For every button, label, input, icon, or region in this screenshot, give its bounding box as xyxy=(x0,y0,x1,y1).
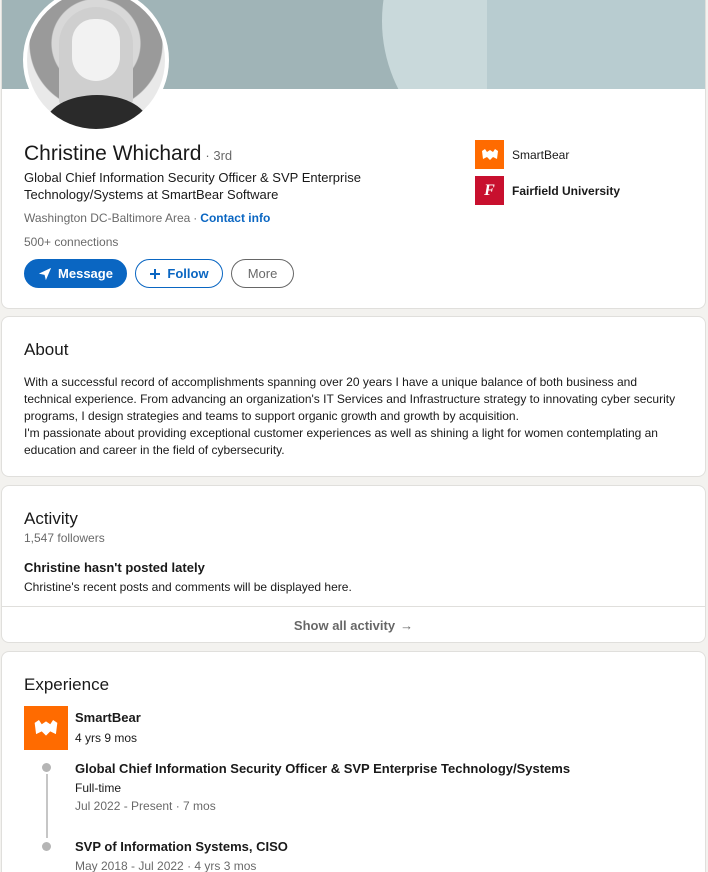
location-row: Washington DC-Baltimore Area · Contact inf… xyxy=(24,211,270,225)
about-paragraph: I'm passionate about providing exception… xyxy=(24,426,658,457)
follow-label: Follow xyxy=(167,266,209,281)
experience-card: Experience SmartBear 4 yrs 9 mos Global … xyxy=(1,651,706,872)
org-name-smartbear: SmartBear xyxy=(512,147,570,162)
experience-company[interactable]: SmartBear xyxy=(75,710,141,725)
activity-card: Activity 1,547 followers Christine hasn'… xyxy=(1,485,706,643)
experience-duration: 4 yrs 9 mos xyxy=(75,731,138,745)
org-item-fairfield[interactable]: F Fairfield University xyxy=(475,176,620,205)
profile-headline: Global Chief Information Security Office… xyxy=(24,170,361,202)
profile-location: Washington DC-Baltimore Area xyxy=(24,211,191,225)
org-name-fairfield: Fairfield University xyxy=(512,183,621,198)
profile-actions: Message Follow More xyxy=(24,259,294,288)
followers-count: 1,547 followers xyxy=(24,531,105,545)
timeline-dot xyxy=(42,842,51,851)
about-text: With a successful record of accomplishme… xyxy=(24,374,684,459)
more-label: More xyxy=(247,266,278,281)
profile-orgs: SmartBear F Fairfield University xyxy=(475,140,620,212)
role-employment-type: Full-time xyxy=(75,781,122,795)
timeline-dot xyxy=(42,763,51,772)
arrow-right-icon: → xyxy=(400,618,414,633)
about-card: About With a successful record of accomp… xyxy=(1,316,706,477)
message-button[interactable]: Message xyxy=(24,259,127,288)
fairfield-logo-icon: F xyxy=(475,176,504,205)
show-all-activity-button[interactable]: Show all activity → xyxy=(2,606,705,642)
location-separator: · xyxy=(193,211,198,225)
profile-name: Christine Whichard xyxy=(24,142,202,165)
role-title: Global Chief Information Security Office… xyxy=(75,761,571,776)
more-button[interactable]: More xyxy=(231,259,294,288)
send-icon xyxy=(38,267,52,280)
contact-info-link[interactable]: Contact info xyxy=(200,211,270,225)
about-title: About xyxy=(24,340,69,359)
experience-title: Experience xyxy=(24,675,110,694)
connections-count[interactable]: 500+ connections xyxy=(24,235,118,249)
smartbear-logo-icon[interactable] xyxy=(24,706,68,750)
message-label: Message xyxy=(58,266,113,281)
connection-degree: · 3rd xyxy=(205,148,233,163)
no-posts-subtitle: Christine's recent posts and comments wi… xyxy=(24,580,352,594)
activity-title: Activity xyxy=(24,509,78,528)
timeline-line xyxy=(46,774,48,838)
follow-button[interactable]: Follow xyxy=(135,259,223,288)
smartbear-logo-icon xyxy=(475,140,504,169)
role-dates: May 2018 - Jul 2022 · 4 yrs 3 mos xyxy=(75,859,257,872)
no-posts-title: Christine hasn't posted lately xyxy=(24,560,205,575)
role-title: SVP of Information Systems, CISO xyxy=(75,839,288,854)
plus-icon xyxy=(150,268,161,279)
profile-top-card: Christine Whichard · 3rd Global Chief In… xyxy=(1,0,706,309)
role-dates: Jul 2022 - Present · 7 mos xyxy=(75,799,216,813)
show-all-label: Show all activity xyxy=(293,618,396,633)
name-row: Christine Whichard · 3rd xyxy=(24,142,232,166)
org-item-smartbear[interactable]: SmartBear xyxy=(475,140,620,169)
profile-avatar[interactable] xyxy=(23,0,169,133)
about-paragraph: With a successful record of accomplishme… xyxy=(24,375,676,423)
